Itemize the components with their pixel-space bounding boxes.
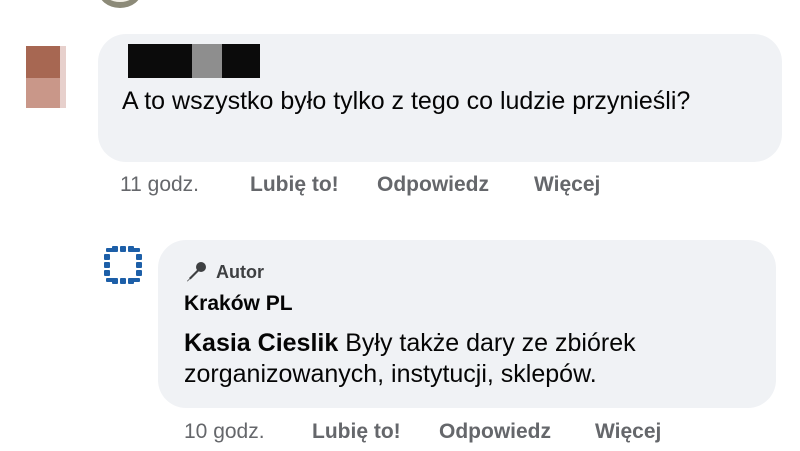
like-button[interactable]: Lubię to! (250, 173, 339, 197)
comment-timestamp[interactable]: 11 godz. (120, 173, 199, 197)
commenter-avatar[interactable] (26, 46, 66, 110)
reply-button[interactable]: Odpowiedz (439, 420, 551, 444)
previous-commenter-avatar[interactable] (98, 0, 142, 8)
avatar-pixel (26, 78, 60, 108)
more-button[interactable]: Więcej (595, 420, 661, 444)
author-badge-label: Autor (216, 261, 264, 282)
redaction-block (192, 44, 222, 78)
avatar-pixel (60, 46, 66, 108)
redaction-block (222, 44, 260, 78)
author-badge: Autor (184, 260, 264, 284)
krakow-logo-icon[interactable] (104, 246, 142, 284)
reply-text: Kasia Cieslik Były także dary ze zbiórek… (184, 328, 744, 390)
avatar-pixel (26, 46, 60, 78)
like-button[interactable]: Lubię to! (312, 420, 401, 444)
microphone-icon (187, 262, 206, 282)
comment-text: A to wszystko było tylko z tego co ludzi… (122, 87, 691, 115)
redaction-block (128, 44, 192, 78)
redacted-commenter-name (126, 36, 262, 78)
reply-timestamp[interactable]: 10 godz. (184, 420, 265, 444)
reply-button[interactable]: Odpowiedz (377, 173, 489, 197)
redaction-edge (126, 36, 262, 44)
page-name-link[interactable]: Kraków PL (184, 292, 293, 316)
more-button[interactable]: Więcej (534, 173, 600, 197)
mentioned-user-link[interactable]: Kasia Cieslik (184, 329, 338, 357)
